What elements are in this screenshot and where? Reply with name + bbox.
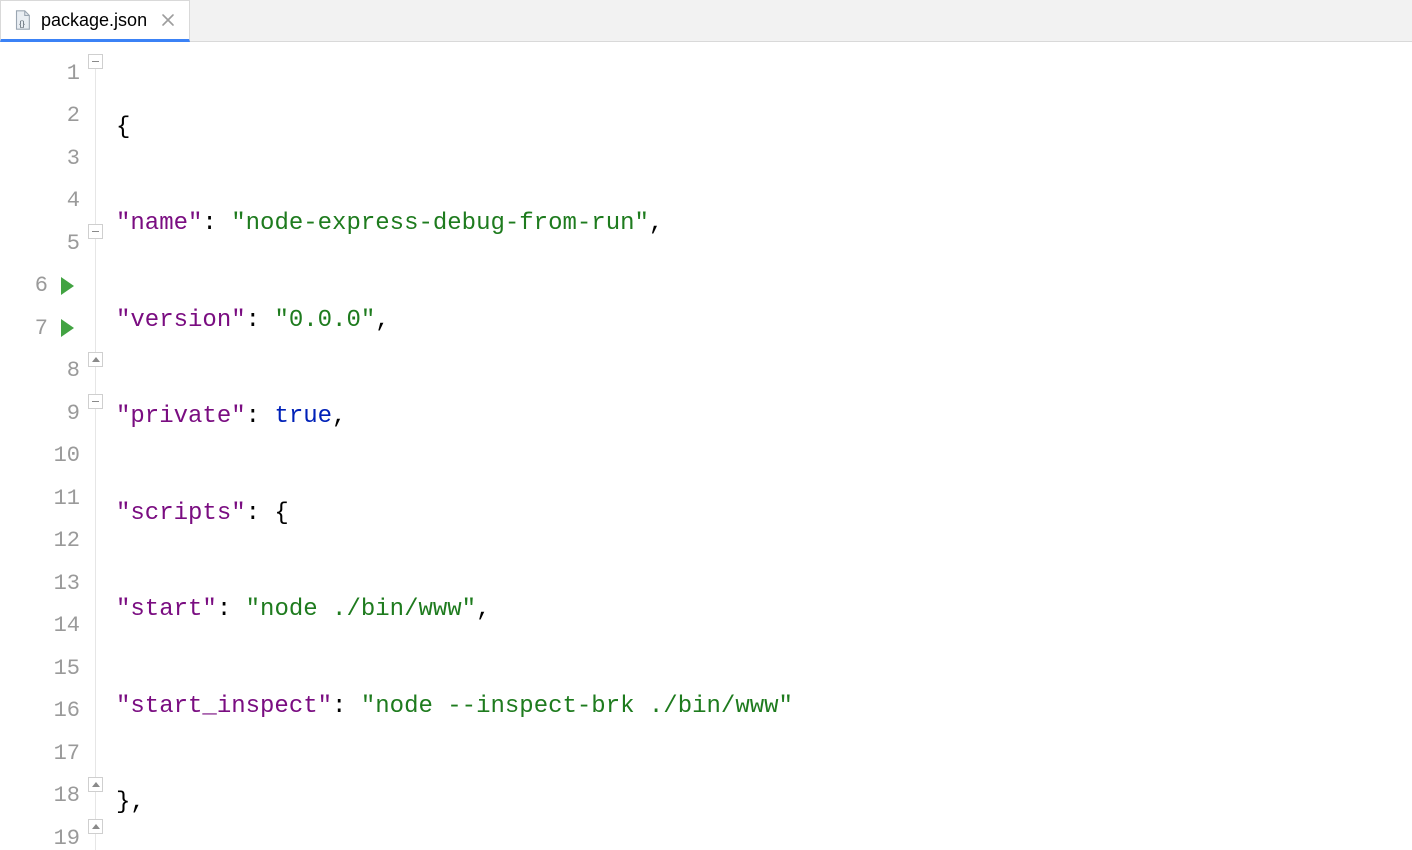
tab-package-json[interactable]: {} package.json — [0, 0, 190, 42]
fold-marker-icon[interactable] — [88, 224, 103, 239]
fold-marker-icon[interactable] — [88, 394, 103, 409]
run-script-icon[interactable] — [61, 319, 74, 337]
line-number: 8 — [46, 358, 80, 383]
line-number: 15 — [46, 656, 80, 681]
gutter-row: 6 — [0, 265, 86, 308]
line-number: 12 — [46, 528, 80, 553]
gutter-row: 14 — [0, 605, 86, 648]
gutter-row: 16 — [0, 690, 86, 733]
brace-open: { — [116, 114, 130, 141]
gutter-row: 10 — [0, 435, 86, 478]
line-number: 7 — [14, 316, 48, 341]
json-key: "private" — [116, 403, 246, 430]
line-number: 3 — [46, 146, 80, 171]
line-number: 19 — [46, 826, 80, 850]
line-number: 6 — [14, 273, 48, 298]
line-number: 5 — [46, 231, 80, 256]
json-key: "name" — [116, 210, 202, 237]
json-key: "start_inspect" — [116, 693, 332, 720]
line-number: 17 — [46, 741, 80, 766]
fold-end-icon[interactable] — [88, 777, 103, 792]
run-script-icon[interactable] — [61, 277, 74, 295]
line-number: 13 — [46, 571, 80, 596]
tab-bar: {} package.json — [0, 0, 1412, 42]
tab-label: package.json — [41, 10, 147, 31]
gutter-row: 7 — [0, 307, 86, 350]
gutter-row: 15 — [0, 647, 86, 690]
gutter-row: 1 — [0, 52, 86, 95]
gutter-row: 18 — [0, 775, 86, 818]
gutter-row: 13 — [0, 562, 86, 605]
gutter-row: 4 — [0, 180, 86, 223]
gutter-row: 19 — [0, 817, 86, 850]
json-key: "version" — [116, 307, 246, 334]
close-icon[interactable] — [161, 13, 175, 27]
gutter: 12345678910111213141516171819 — [0, 42, 86, 850]
gutter-row: 17 — [0, 732, 86, 775]
line-number: 2 — [46, 103, 80, 128]
gutter-row: 12 — [0, 520, 86, 563]
line-number: 18 — [46, 783, 80, 808]
json-file-icon: {} — [11, 9, 33, 31]
gutter-row: 3 — [0, 137, 86, 180]
line-number: 4 — [46, 188, 80, 213]
json-key: "scripts" — [116, 500, 246, 527]
json-bool: true — [274, 403, 332, 430]
line-number: 1 — [46, 61, 80, 86]
json-string: "node-express-debug-from-run" — [231, 210, 649, 237]
json-string: "0.0.0" — [274, 307, 375, 334]
editor[interactable]: 12345678910111213141516171819 { "name": … — [0, 42, 1412, 850]
fold-column — [86, 42, 108, 850]
json-key: "start" — [116, 596, 217, 623]
gutter-row: 11 — [0, 477, 86, 520]
gutter-row: 8 — [0, 350, 86, 393]
gutter-row: 5 — [0, 222, 86, 265]
fold-end-icon[interactable] — [88, 819, 103, 834]
gutter-row: 9 — [0, 392, 86, 435]
code-area[interactable]: { "name": "node-express-debug-from-run",… — [108, 42, 1412, 850]
svg-text:{}: {} — [19, 19, 25, 28]
line-number: 11 — [46, 486, 80, 511]
json-string: "node --inspect-brk ./bin/www" — [361, 693, 793, 720]
line-number: 9 — [46, 401, 80, 426]
brace-close: }, — [116, 789, 145, 816]
json-string: "node ./bin/www" — [246, 596, 476, 623]
line-number: 14 — [46, 613, 80, 638]
fold-marker-icon[interactable] — [88, 54, 103, 69]
line-number: 16 — [46, 698, 80, 723]
line-number: 10 — [46, 443, 80, 468]
gutter-row: 2 — [0, 95, 86, 138]
fold-end-icon[interactable] — [88, 352, 103, 367]
